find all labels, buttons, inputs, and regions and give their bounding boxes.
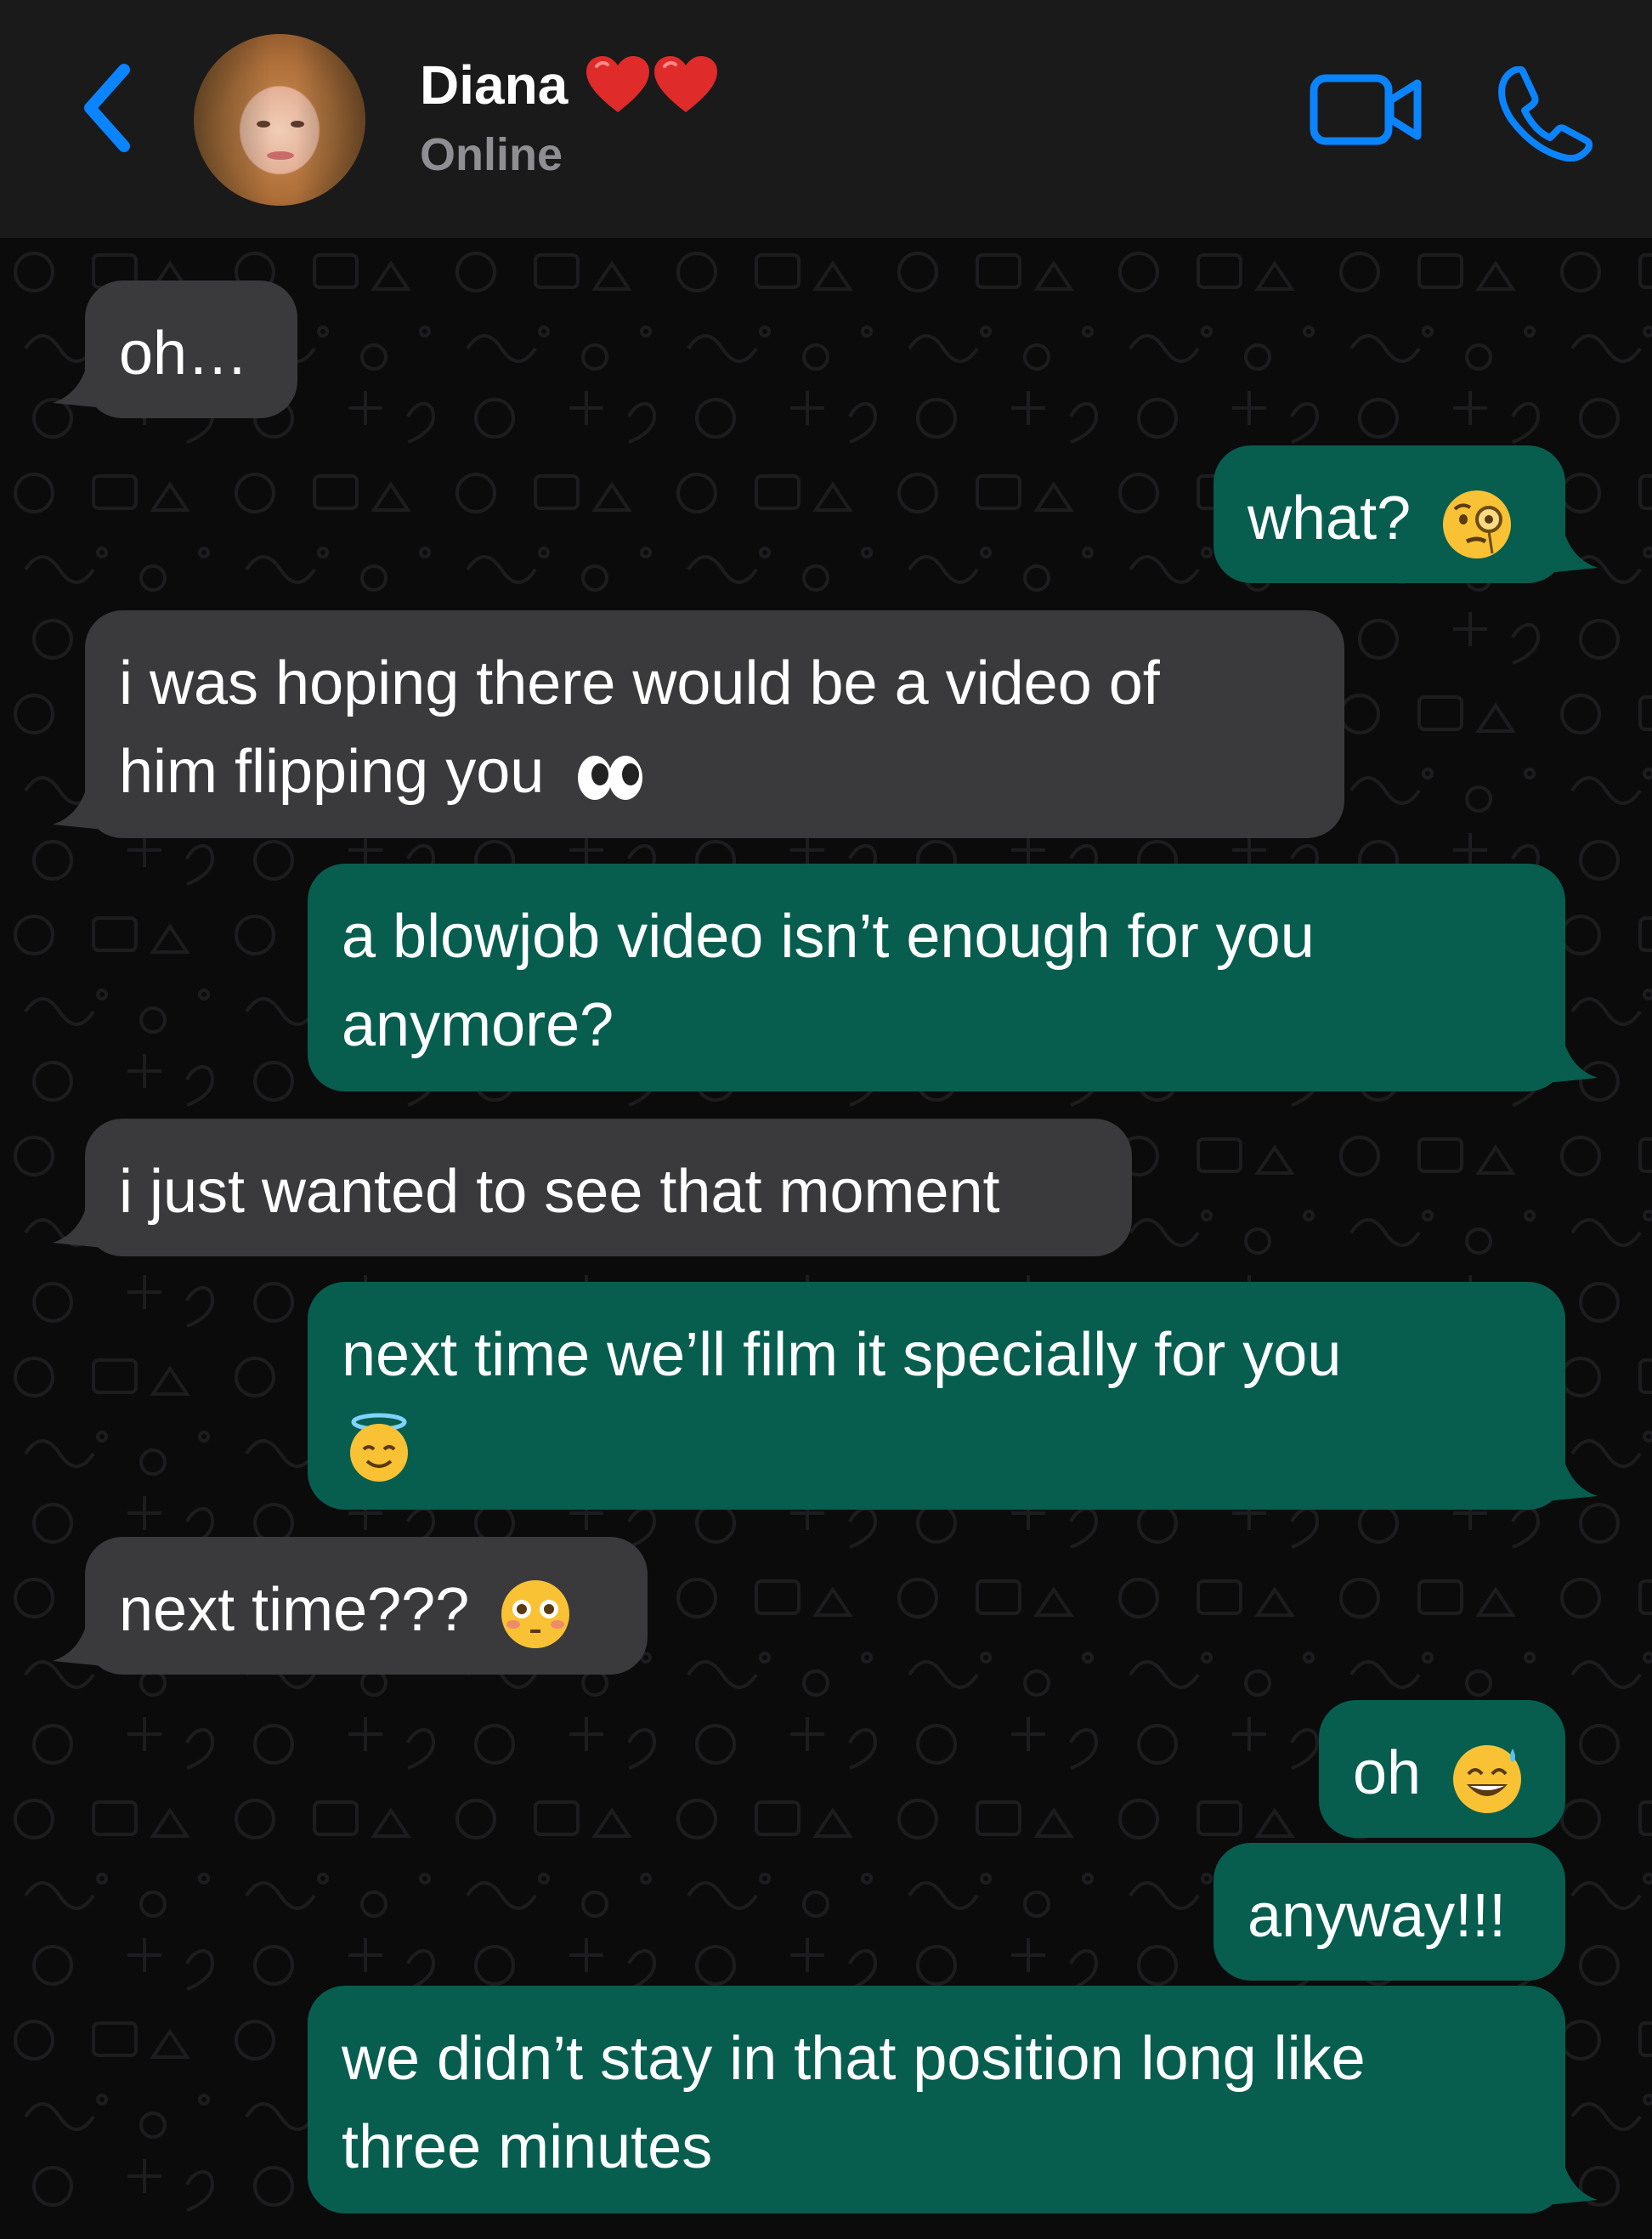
message-text: oh (1353, 1739, 1422, 1807)
outgoing-bubble-tail (1547, 1459, 1598, 1501)
message-text: i just wanted to see that moment (119, 1158, 1000, 1226)
eyes-emoji-icon (578, 755, 643, 800)
chat-area[interactable]: oh… what? i was hoping there would be a … (0, 238, 1652, 2239)
outgoing-bubble-tail (1547, 1040, 1598, 1083)
outgoing-message-bubble[interactable]: next time we’ll film it specially for yo… (308, 1282, 1565, 1510)
video-call-icon[interactable] (1309, 66, 1424, 151)
hearts-icons (585, 54, 719, 116)
incoming-message-bubble[interactable]: i was hoping there would be a video of h… (85, 610, 1344, 838)
contact-name: Diana (420, 54, 569, 116)
incoming-bubble-tail (53, 366, 104, 408)
contact-avatar[interactable] (194, 34, 365, 206)
outgoing-message-bubble[interactable]: a blowjob video isn’t enough for you any… (308, 864, 1565, 1091)
grinning-face-with-sweat-emoji-icon (1453, 1744, 1522, 1813)
message-text: what? (1247, 485, 1412, 553)
smiling-face-with-halo-emoji-icon (350, 1413, 408, 1482)
message-text: anyway!!! (1247, 1882, 1507, 1950)
back-chevron-icon[interactable] (75, 61, 143, 155)
incoming-bubble-tail (53, 1205, 104, 1248)
message-text: a blowjob video isn’t enough for you any… (342, 903, 1315, 1059)
incoming-bubble-tail (53, 1624, 104, 1666)
outgoing-bubble-tail (1547, 530, 1598, 573)
incoming-message-bubble[interactable]: i just wanted to see that moment (85, 1119, 1132, 1256)
message-text: next time we’ll film it specially for yo… (342, 1321, 1342, 1389)
chat-header: Diana Online (0, 0, 1652, 238)
outgoing-message-bubble[interactable]: we didn’t stay in that position long lik… (308, 1986, 1565, 2213)
face-with-monocle-emoji-icon (1443, 490, 1512, 558)
incoming-bubble-tail (53, 787, 104, 830)
contact-name-row[interactable]: Diana (420, 53, 719, 117)
flushed-face-emoji-icon (501, 1579, 570, 1648)
message-text: we didn’t stay in that position long lik… (342, 2025, 1366, 2181)
incoming-message-bubble[interactable]: next time??? (85, 1537, 648, 1675)
outgoing-message-bubble[interactable]: anyway!!! (1214, 1843, 1565, 1981)
incoming-message-bubble[interactable]: oh… (85, 281, 297, 418)
outgoing-message-bubble[interactable]: what? (1214, 445, 1565, 583)
red-heart-icon (586, 56, 650, 112)
contact-status: Online (420, 129, 563, 180)
outgoing-bubble-tail (1547, 2162, 1598, 2205)
red-heart-icon (654, 56, 718, 112)
message-text: next time??? (119, 1576, 470, 1644)
outgoing-message-bubble[interactable]: oh (1319, 1700, 1565, 1838)
message-text: oh… (119, 320, 249, 388)
phone-call-icon[interactable] (1497, 66, 1593, 162)
